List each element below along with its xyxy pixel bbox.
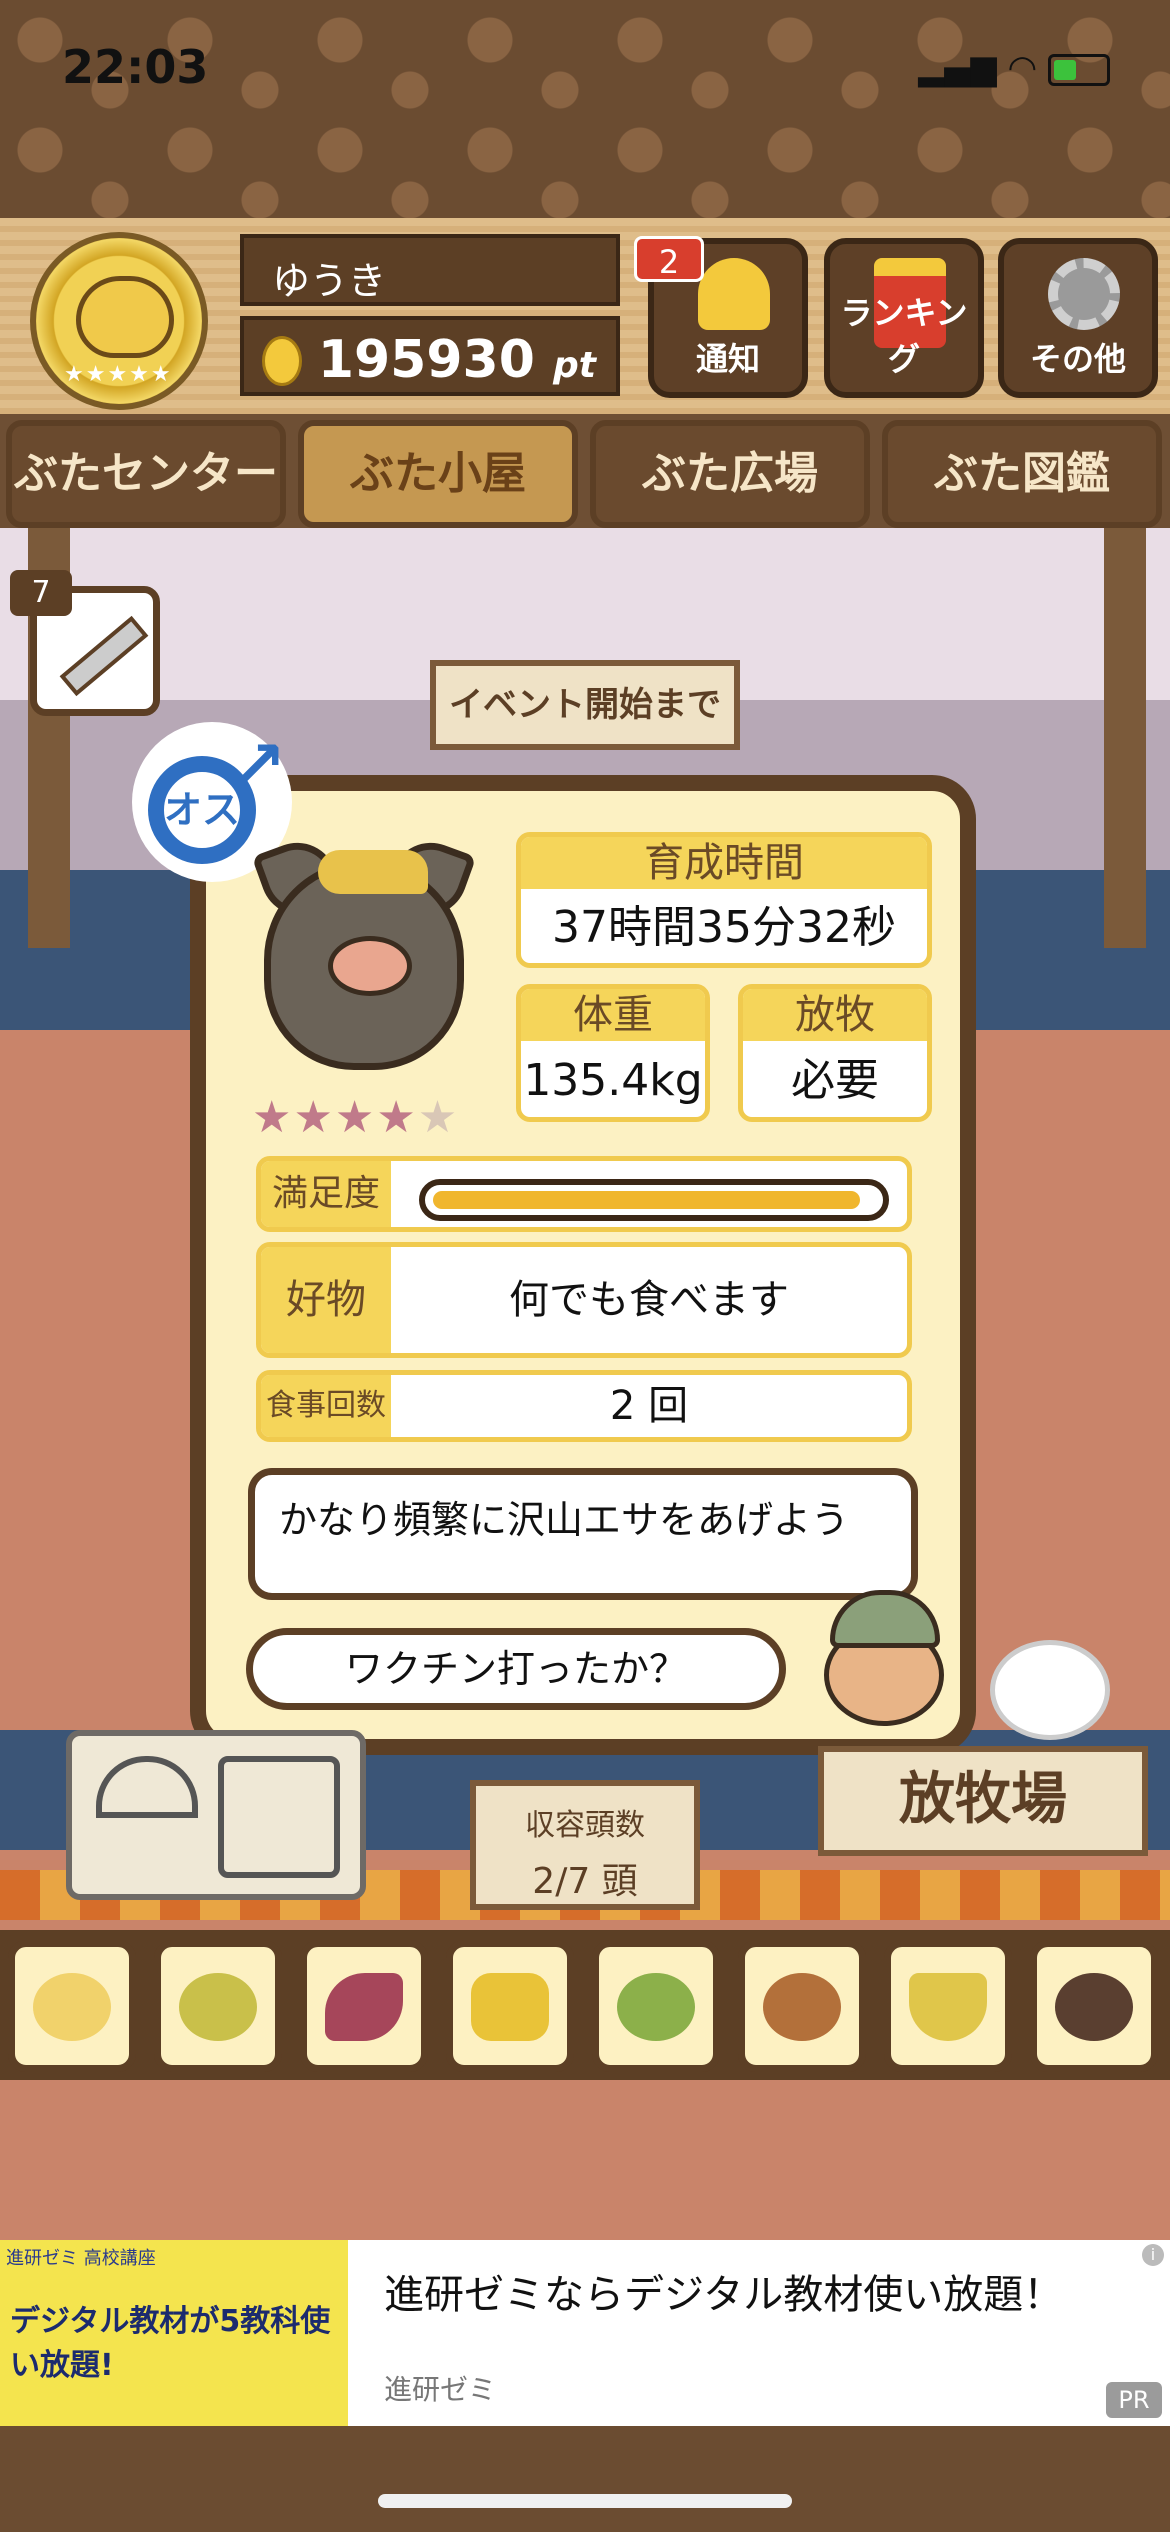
pig-nose: [328, 936, 412, 996]
grazing-label: 放牧: [743, 989, 927, 1041]
pig-hair: [318, 850, 428, 894]
tab-buta-zukan[interactable]: ぶた図鑑: [882, 420, 1162, 528]
male-arrow-icon: ↗: [232, 728, 286, 802]
sweet-potato-icon: [325, 1973, 403, 2041]
satisfaction-bar: [419, 1179, 889, 1221]
status-time: 22:03: [62, 40, 209, 94]
feed-slot-5[interactable]: [592, 1940, 720, 2072]
ad-info-icon[interactable]: i: [1142, 2244, 1164, 2266]
favorite-value: 何でも食べます: [509, 1277, 789, 1323]
grazing-value: 必要: [791, 1055, 879, 1106]
corn-icon: [471, 1973, 549, 2041]
rank-medal[interactable]: ★★★★★: [30, 232, 208, 410]
event-sign: イベント開始まで: [430, 660, 740, 750]
farmer-icon: [820, 1590, 944, 1726]
user-name: ゆうき: [240, 234, 620, 306]
truffle-icon: [1055, 1973, 1133, 2041]
dirt-ground: [0, 2080, 1170, 2240]
capacity-label: 収容頭数: [525, 1808, 645, 1843]
feed-slot-2[interactable]: [154, 1940, 282, 2072]
farmer-speech-bubble: ワクチン打ったか？: [246, 1628, 786, 1710]
vaccine-count: 7: [10, 570, 72, 616]
green-grain-icon: [179, 1973, 257, 2041]
points-value: 195930 pt: [318, 330, 596, 390]
satisfaction-row: 満足度: [256, 1156, 912, 1232]
signal-icon: ▂▄▆: [918, 48, 997, 88]
acorn-icon: [763, 1973, 841, 2041]
meals-value: 2 回: [609, 1383, 689, 1429]
home-indicator[interactable]: [378, 2494, 792, 2508]
grazing-box: 放牧 必要: [738, 984, 932, 1122]
meals-row: 食事回数 2 回: [256, 1370, 912, 1442]
feed-slot-1[interactable]: [8, 1940, 136, 2072]
ad-brand: 進研ゼミ 高校講座: [6, 2248, 156, 2269]
beans-icon: [617, 1973, 695, 2041]
star-icon: ★★★★: [252, 1092, 418, 1143]
growth-time-label: 育成時間: [521, 837, 927, 889]
points-unit: pt: [553, 345, 596, 386]
weight-label: 体重: [521, 989, 705, 1041]
farmer-hat: [830, 1590, 940, 1648]
tab-buta-koya[interactable]: ぶた小屋: [298, 420, 578, 528]
gauge-icon: [96, 1756, 198, 1818]
tab-buta-center[interactable]: ぶたセンター: [6, 420, 286, 528]
satisfaction-fill: [433, 1191, 860, 1209]
feed-slot-6[interactable]: [738, 1940, 866, 2072]
grain-icon: [33, 1973, 111, 2041]
medal-stars-icon: ★★★★★: [64, 362, 173, 387]
favorite-row: 好物 何でも食べます: [256, 1242, 912, 1358]
gear-icon: [1048, 258, 1120, 330]
ad-image[interactable]: 進研ゼミ 高校講座 デジタル教材が5教科使い放題!: [0, 2240, 348, 2426]
meals-label: 食事回数: [261, 1375, 391, 1437]
rating-stars: ★★★★★: [252, 1092, 459, 1143]
advice-bubble: かなり頻繁に沢山エサをあげよう: [248, 1468, 918, 1600]
growth-time-value: 37時間35分32秒: [552, 902, 896, 953]
growth-time-box: 育成時間 37時間35分32秒: [516, 832, 932, 968]
capacity-sign: 収容頭数 2/7 頭: [470, 1780, 700, 1910]
pig-face-icon: [76, 276, 174, 358]
other-label: その他: [1029, 340, 1126, 378]
gate-post-right: [1104, 528, 1146, 948]
tab-buta-hiroba[interactable]: ぶた広場: [590, 420, 870, 528]
ad-image-text: デジタル教材が5教科使い放題!: [10, 2304, 331, 2383]
status-icons: ▂▄▆ ◠: [918, 48, 1110, 88]
wifi-icon: ◠: [1007, 48, 1038, 88]
satisfaction-label: 満足度: [261, 1161, 391, 1227]
notification-badge: 2: [634, 236, 704, 282]
ad-advertiser: 進研ゼミ: [384, 2373, 497, 2406]
weight-box: 体重 135.4kg: [516, 984, 710, 1122]
bird-icon: [990, 1640, 1110, 1740]
feed-slot-4[interactable]: [446, 1940, 574, 2072]
feed-slot-3[interactable]: [300, 1940, 428, 2072]
coin-icon: [262, 336, 302, 386]
other-button[interactable]: その他: [998, 238, 1158, 398]
bottom-background: [0, 2426, 1170, 2532]
top-background: [0, 0, 1170, 230]
star-empty-icon: ★: [417, 1092, 460, 1143]
feed-bowl-icon: [909, 1973, 987, 2041]
battery-icon: [1048, 53, 1110, 86]
ranking-button[interactable]: ランキング: [824, 238, 984, 398]
weight-value: 135.4kg: [523, 1055, 703, 1106]
syringe-icon: [59, 615, 149, 697]
pig-portrait: [251, 831, 477, 1080]
feed-slot-7[interactable]: [884, 1940, 1012, 2072]
ranking-label: ランキング: [840, 294, 968, 378]
feed-slot-8[interactable]: [1030, 1940, 1158, 2072]
ad-title[interactable]: 進研ゼミならデジタル教材使い放題！: [384, 2262, 1063, 2320]
bell-icon: [698, 258, 770, 330]
points-number: 195930: [317, 330, 535, 390]
favorite-label: 好物: [261, 1247, 391, 1353]
points-box: 195930 pt: [240, 316, 620, 396]
notification-label: 通知: [695, 340, 760, 378]
control-panel[interactable]: [66, 1730, 366, 1900]
fan-icon: [218, 1756, 340, 1878]
pasture-button[interactable]: 放牧場: [818, 1746, 1148, 1856]
ad-pr-badge: PR: [1106, 2382, 1162, 2418]
capacity-value: 2/7 頭: [532, 1861, 638, 1902]
